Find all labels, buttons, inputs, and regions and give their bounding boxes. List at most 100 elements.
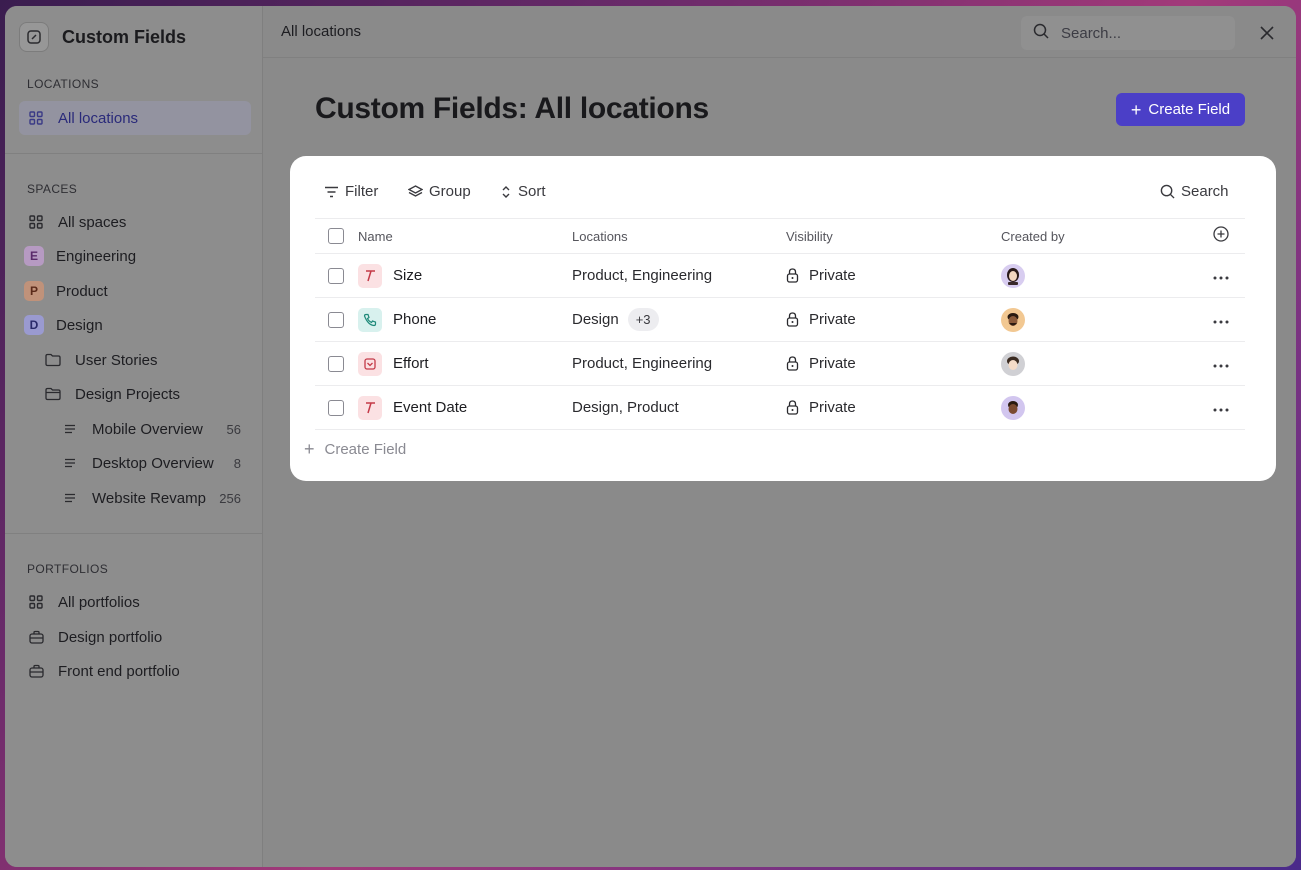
create-field-label: Create Field xyxy=(1148,101,1231,118)
item-count: 56 xyxy=(226,421,241,437)
sidebar-item-product[interactable]: P Product xyxy=(19,274,251,308)
sidebar-item-mobile-overview[interactable]: Mobile Overview 56 xyxy=(19,412,251,446)
divider xyxy=(5,533,262,534)
sidebar-item-engineering[interactable]: E Engineering xyxy=(19,239,251,273)
table-toolbar: Filter Group Sort Search xyxy=(290,156,1276,218)
group-label: Group xyxy=(429,183,471,200)
sidebar-item-front-end-portfolio[interactable]: Front end portfolio xyxy=(19,654,251,688)
more-locations-badge[interactable]: +3 xyxy=(627,308,659,331)
global-search[interactable] xyxy=(1021,16,1235,50)
column-header-created-by[interactable]: Created by xyxy=(1001,229,1065,244)
group-button[interactable]: Group xyxy=(408,183,471,200)
filter-button[interactable]: Filter xyxy=(324,183,378,200)
app-window: Custom Fields LOCATIONS All locations SP… xyxy=(5,6,1296,867)
more-options-icon[interactable] xyxy=(1213,311,1229,329)
space-avatar: E xyxy=(24,246,44,266)
sidebar-item-design[interactable]: D Design xyxy=(19,308,251,342)
sidebar-item-website-revamp[interactable]: Website Revamp 256 xyxy=(19,481,251,515)
table-bottom-border xyxy=(315,429,1245,430)
lock-icon xyxy=(786,268,799,283)
custom-fields-table: Name Locations Visibility Created by Siz… xyxy=(315,218,1245,430)
sidebar-item-desktop-overview[interactable]: Desktop Overview 8 xyxy=(19,446,251,480)
list-icon xyxy=(62,421,78,437)
sidebar-item-user-stories[interactable]: User Stories xyxy=(19,343,251,377)
breadcrumb: All locations xyxy=(281,23,362,40)
section-label-portfolios: PORTFOLIOS xyxy=(27,562,109,576)
column-header-locations[interactable]: Locations xyxy=(572,229,628,244)
close-icon[interactable] xyxy=(1256,22,1278,44)
select-all-checkbox[interactable] xyxy=(328,228,344,244)
field-name: Effort xyxy=(393,355,429,372)
sidebar-item-label: Design Projects xyxy=(75,385,181,403)
row-checkbox[interactable] xyxy=(328,355,344,372)
row-checkbox[interactable] xyxy=(328,267,344,284)
sidebar-item-design-portfolio[interactable]: Design portfolio xyxy=(19,620,251,654)
sidebar-item-label: All locations xyxy=(58,109,139,127)
row-checkbox[interactable] xyxy=(328,311,344,328)
avatar xyxy=(1001,263,1025,288)
sidebar-item-label: All spaces xyxy=(58,213,127,231)
sidebar-item-all-portfolios[interactable]: All portfolios xyxy=(19,585,251,619)
search-label: Search xyxy=(1181,183,1229,200)
search-input[interactable] xyxy=(1059,23,1223,43)
phone-icon xyxy=(358,307,382,332)
sort-button[interactable]: Sort xyxy=(500,183,546,200)
sidebar-item-all-spaces[interactable]: All spaces xyxy=(19,205,251,239)
custom-fields-card: Filter Group Sort Search Name Locations … xyxy=(290,156,1276,481)
plus-icon: + xyxy=(1130,99,1142,120)
filter-icon xyxy=(324,186,339,198)
grid-icon xyxy=(28,594,44,610)
visibility-label: Private xyxy=(809,311,856,328)
layers-icon xyxy=(408,184,423,199)
more-options-icon[interactable] xyxy=(1213,267,1229,285)
sidebar-title: Custom Fields xyxy=(62,26,187,47)
more-options-icon[interactable] xyxy=(1213,355,1229,373)
visibility-label: Private xyxy=(809,399,856,416)
sidebar-item-label: Mobile Overview xyxy=(92,420,203,438)
divider xyxy=(5,153,262,154)
sidebar-item-label: Front end portfolio xyxy=(58,662,180,680)
field-name: Size xyxy=(393,267,423,284)
sidebar-item-design-projects[interactable]: Design Projects xyxy=(19,377,251,411)
table-search-button[interactable]: Search xyxy=(1160,183,1229,200)
dropdown-icon xyxy=(358,351,382,376)
column-header-name[interactable]: Name xyxy=(358,229,393,244)
table-row[interactable]: Effort Product, Engineering Private xyxy=(315,341,1245,385)
lock-icon xyxy=(786,400,799,415)
field-locations: Product, Engineering xyxy=(572,355,713,372)
field-locations: Design, Product xyxy=(572,399,679,416)
text-type-icon xyxy=(358,395,382,420)
topbar: All locations xyxy=(263,6,1296,58)
table-row[interactable]: Phone Design +3 Private xyxy=(315,297,1245,341)
table-row[interactable]: Event Date Design, Product Private xyxy=(315,385,1245,429)
page-title: Custom Fields: All locations xyxy=(315,92,709,125)
avatar xyxy=(1001,395,1025,420)
avatar xyxy=(1001,307,1025,332)
sidebar-item-label: Design portfolio xyxy=(58,628,163,646)
edit-icon[interactable] xyxy=(19,22,49,52)
add-column-icon[interactable] xyxy=(1213,225,1229,247)
create-field-row[interactable]: + Create Field xyxy=(304,439,406,460)
create-field-button[interactable]: + Create Field xyxy=(1116,93,1245,126)
lock-icon xyxy=(786,312,799,327)
column-header-visibility[interactable]: Visibility xyxy=(786,229,833,244)
visibility-label: Private xyxy=(809,267,856,284)
list-icon xyxy=(62,490,78,506)
row-checkbox[interactable] xyxy=(328,399,344,416)
sidebar-item-label: All portfolios xyxy=(58,593,140,611)
briefcase-icon xyxy=(28,629,44,645)
table-row[interactable]: Size Product, Engineering Private xyxy=(315,253,1245,297)
folder-open-icon xyxy=(45,386,61,402)
field-name: Phone xyxy=(393,311,437,328)
sidebar: Custom Fields LOCATIONS All locations SP… xyxy=(5,6,263,867)
sort-label: Sort xyxy=(518,183,546,200)
sidebar-item-all-locations[interactable]: All locations xyxy=(19,101,251,135)
sidebar-item-label: Website Revamp xyxy=(92,489,206,507)
more-options-icon[interactable] xyxy=(1213,399,1229,417)
text-type-icon xyxy=(358,263,382,288)
item-count: 8 xyxy=(233,455,241,471)
plus-icon: + xyxy=(304,439,315,459)
search-icon xyxy=(1033,23,1049,44)
table-header-row: Name Locations Visibility Created by xyxy=(315,218,1245,253)
create-field-row-label: Create Field xyxy=(324,441,407,458)
